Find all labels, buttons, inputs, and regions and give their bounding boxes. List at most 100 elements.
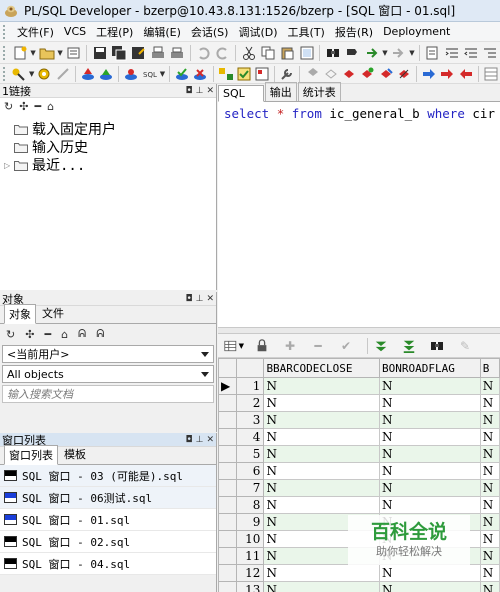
- grid-corner[interactable]: [218, 358, 238, 378]
- test-icon[interactable]: [123, 66, 139, 82]
- table-row[interactable]: ▶ 1 N N N: [218, 377, 500, 395]
- navigate-dropdown-icon[interactable]: ▼: [381, 45, 389, 61]
- table-row[interactable]: 12 N N N: [218, 564, 500, 582]
- column-header[interactable]: BONROADFLAG: [378, 358, 481, 378]
- column-header[interactable]: BBARCODECLOSE: [263, 358, 380, 378]
- row-selector[interactable]: [218, 564, 238, 582]
- commit-icon[interactable]: [174, 66, 190, 82]
- table-row[interactable]: 13 N N N: [218, 581, 500, 592]
- properties-icon[interactable]: ⌂: [61, 328, 68, 341]
- row-selector[interactable]: [218, 530, 238, 548]
- new-dropdown-icon[interactable]: ▼: [29, 45, 37, 61]
- report-icon[interactable]: [254, 66, 270, 82]
- toolbar-grip[interactable]: [3, 66, 7, 81]
- filter-edit-icon[interactable]: ᕱ: [96, 327, 104, 341]
- redo-icon[interactable]: [214, 45, 231, 61]
- table-cell[interactable]: N: [479, 445, 500, 463]
- objects-type-select[interactable]: All objects: [2, 365, 214, 383]
- table-row[interactable]: 8NNN: [218, 496, 500, 514]
- table-cell[interactable]: N: [479, 411, 500, 429]
- table-cell[interactable]: N: [378, 496, 481, 514]
- bookmark-edit-icon[interactable]: [396, 66, 412, 82]
- execute-icon[interactable]: [80, 66, 96, 82]
- find-icon[interactable]: [427, 337, 447, 355]
- new-icon[interactable]: [11, 45, 28, 61]
- panel-menu-icon[interactable]: ◘: [185, 435, 192, 445]
- indent-icon[interactable]: [443, 45, 460, 61]
- tab-window-list[interactable]: 窗口列表: [4, 445, 58, 465]
- describe-icon[interactable]: [236, 66, 252, 82]
- table-cell[interactable]: N: [479, 479, 500, 497]
- table-row[interactable]: 3NNN: [218, 411, 500, 429]
- goto-icon[interactable]: [390, 45, 407, 61]
- clear-icon[interactable]: ✎: [455, 337, 475, 355]
- replace-icon[interactable]: [344, 45, 361, 61]
- disconnect-icon[interactable]: [55, 66, 71, 82]
- table-cell[interactable]: N: [378, 428, 481, 446]
- tree-item-input-history[interactable]: 输入历史: [4, 138, 216, 156]
- edit-icon[interactable]: [424, 45, 441, 61]
- settings-icon[interactable]: [36, 66, 52, 82]
- window-list-item[interactable]: SQL 窗口 - 03 (可能是).sql: [0, 465, 216, 487]
- table-cell[interactable]: N: [479, 547, 500, 565]
- table-row[interactable]: 2NNN: [218, 394, 500, 412]
- table-cell[interactable]: N: [378, 479, 481, 497]
- save-all-icon[interactable]: [110, 45, 127, 61]
- post-changes-icon[interactable]: ✔: [336, 337, 356, 355]
- rollback-icon[interactable]: [192, 66, 208, 82]
- tab-objects[interactable]: 对象: [4, 304, 36, 324]
- table-cell[interactable]: N: [263, 394, 380, 412]
- pin-icon[interactable]: ⊥: [196, 435, 204, 445]
- tab-statistics[interactable]: 统计表: [297, 82, 341, 101]
- menu-deployment[interactable]: Deployment: [378, 25, 455, 38]
- arrow-left-red-icon[interactable]: [458, 66, 474, 82]
- refresh-icon[interactable]: ↻: [6, 328, 15, 341]
- tab-output[interactable]: 输出: [264, 82, 297, 101]
- save-icon[interactable]: [91, 45, 108, 61]
- menu-debug[interactable]: 调试(D): [233, 24, 282, 40]
- expand-arrow-icon[interactable]: ▷: [4, 161, 14, 170]
- remove-icon[interactable]: ━: [44, 328, 51, 341]
- lock-icon[interactable]: [252, 337, 272, 355]
- tab-files[interactable]: 文件: [37, 303, 69, 323]
- bookmark-icon[interactable]: [304, 66, 320, 82]
- row-selector[interactable]: [218, 428, 238, 446]
- clear-bookmark-icon[interactable]: [323, 66, 339, 82]
- menu-grip[interactable]: [3, 24, 9, 39]
- print-setup-icon[interactable]: [168, 45, 185, 61]
- compile-icon[interactable]: [98, 66, 114, 82]
- menu-vcs[interactable]: VCS: [59, 25, 91, 38]
- window-list-item[interactable]: SQL 窗口 - 06测试.sql: [0, 487, 216, 509]
- navigate-icon[interactable]: [363, 45, 380, 61]
- sql-dropdown-icon[interactable]: ▼: [159, 66, 166, 82]
- row-selector[interactable]: ▶: [218, 377, 238, 395]
- table-cell[interactable]: N: [263, 445, 380, 463]
- tab-sql[interactable]: SQL: [218, 85, 264, 102]
- tree-item-recent[interactable]: ▷ 最近...: [4, 156, 216, 174]
- menu-tools[interactable]: 工具(T): [283, 24, 330, 40]
- table-cell[interactable]: N: [378, 462, 481, 480]
- table-cell[interactable]: N: [263, 581, 380, 592]
- goto-dropdown-icon[interactable]: ▼: [408, 45, 416, 61]
- arrow-right-red-icon[interactable]: [439, 66, 455, 82]
- arrow-right-icon[interactable]: [421, 66, 437, 82]
- row-selector[interactable]: [218, 513, 238, 531]
- print-icon[interactable]: [149, 45, 166, 61]
- table-cell[interactable]: N: [378, 394, 481, 412]
- explain-icon[interactable]: [217, 66, 233, 82]
- row-selector[interactable]: [218, 394, 238, 412]
- fetch-last-icon[interactable]: [399, 337, 419, 355]
- refresh-icon[interactable]: ↻: [4, 100, 13, 113]
- column-header[interactable]: B: [479, 358, 500, 378]
- table-cell[interactable]: N: [263, 462, 380, 480]
- add-icon[interactable]: ✣: [19, 100, 28, 113]
- row-selector[interactable]: [218, 581, 238, 592]
- object-search-input[interactable]: 输入搜索文档: [2, 385, 214, 403]
- unindent-icon[interactable]: [462, 45, 479, 61]
- table-cell[interactable]: N: [479, 428, 500, 446]
- table-cell[interactable]: N: [479, 496, 500, 514]
- window-list-item[interactable]: SQL 窗口 - 01.sql: [0, 509, 216, 531]
- open-dropdown-icon[interactable]: ▼: [56, 45, 64, 61]
- menu-project[interactable]: 工程(P): [91, 24, 138, 40]
- cut-icon[interactable]: [240, 45, 257, 61]
